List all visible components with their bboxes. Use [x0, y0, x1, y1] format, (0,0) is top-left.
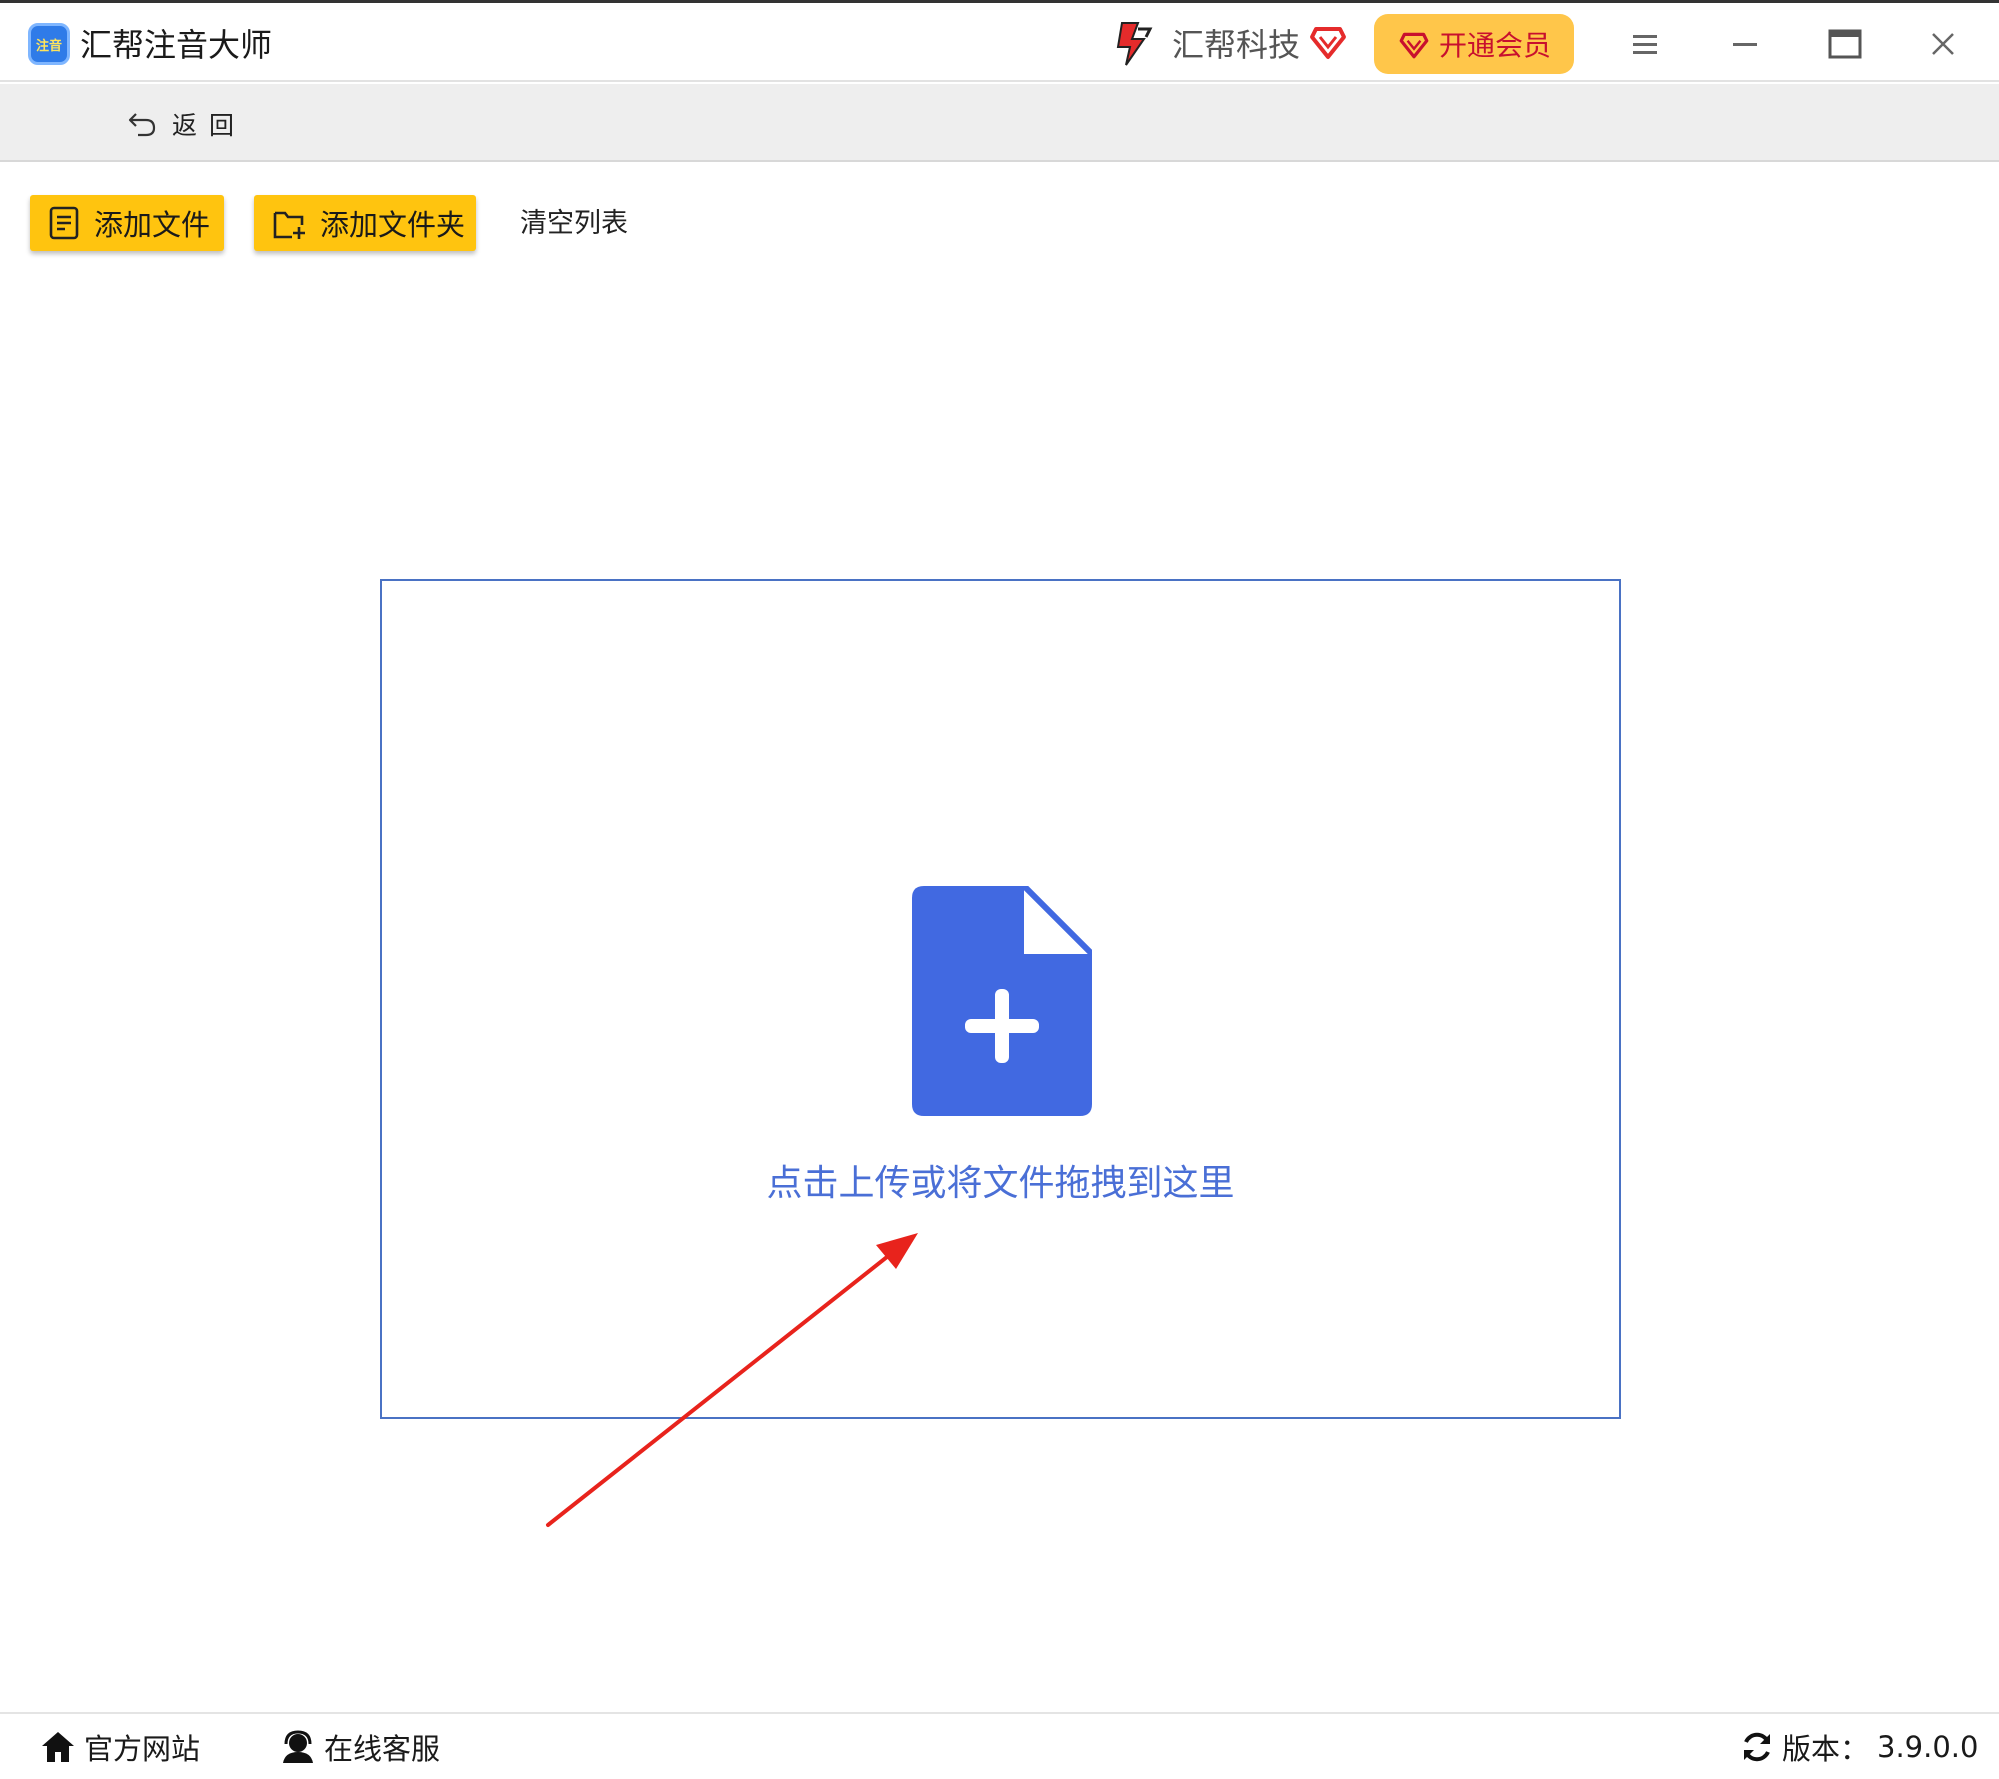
version-value: 3.9.0.0	[1877, 1730, 1979, 1764]
vip-upgrade-button[interactable]: 开通会员	[1374, 14, 1574, 74]
online-support-link[interactable]: 在线客服	[280, 1726, 440, 1768]
back-label: 返回	[172, 111, 247, 140]
official-website-link[interactable]: 官方网站	[40, 1726, 200, 1768]
file-list-icon	[49, 206, 79, 240]
app-logo: 注音	[28, 23, 70, 65]
app-title: 汇帮注音大师	[80, 26, 273, 64]
back-arrow-icon	[128, 113, 156, 137]
maximize-icon	[1828, 29, 1862, 59]
brand-logo-icon	[1116, 22, 1153, 66]
version-label: 版本：	[1782, 1732, 1870, 1766]
app-logo-text: 注音	[35, 38, 62, 54]
home-icon	[42, 1732, 74, 1762]
status-footer: 官方网站 在线客服 版本： 3.9.0.0	[0, 1712, 1999, 1779]
minimize-icon	[1733, 43, 1757, 46]
file-drop-zone[interactable]: 点击上传或将文件拖拽到这里	[380, 579, 1621, 1419]
add-file-label: 添加文件	[94, 208, 211, 242]
close-icon	[1932, 33, 1954, 55]
add-file-button[interactable]: 添加文件	[30, 195, 224, 251]
diamond-icon	[1399, 32, 1429, 59]
refresh-icon	[1744, 1732, 1770, 1762]
drop-prompt: 点击上传或将文件拖拽到这里	[766, 1163, 1235, 1204]
back-button[interactable]: 返回	[126, 104, 246, 144]
customer-service-icon	[283, 1730, 313, 1763]
support-label: 在线客服	[324, 1732, 441, 1766]
maximize-button[interactable]	[1822, 21, 1868, 67]
title-bar: 注音 汇帮注音大师 汇帮科技 开通会员	[0, 3, 1999, 82]
add-folder-label: 添加文件夹	[320, 208, 466, 242]
website-label: 官方网站	[84, 1732, 201, 1766]
minimize-button[interactable]	[1722, 21, 1768, 67]
hamburger-icon	[1633, 35, 1657, 54]
close-button[interactable]	[1920, 21, 1966, 67]
menu-button[interactable]	[1622, 21, 1668, 67]
version-info: 版本： 3.9.0.0	[1740, 1726, 1978, 1768]
file-add-icon	[912, 886, 1092, 1116]
diamond-icon	[1310, 27, 1346, 59]
add-folder-button[interactable]: 添加文件夹	[254, 195, 476, 251]
clear-list-button[interactable]: 清空列表	[520, 204, 628, 244]
brand-name: 汇帮科技	[1172, 26, 1301, 64]
folder-add-icon	[273, 211, 305, 239]
back-bar: 返回	[0, 84, 1999, 162]
vip-upgrade-label: 开通会员	[1438, 29, 1551, 62]
